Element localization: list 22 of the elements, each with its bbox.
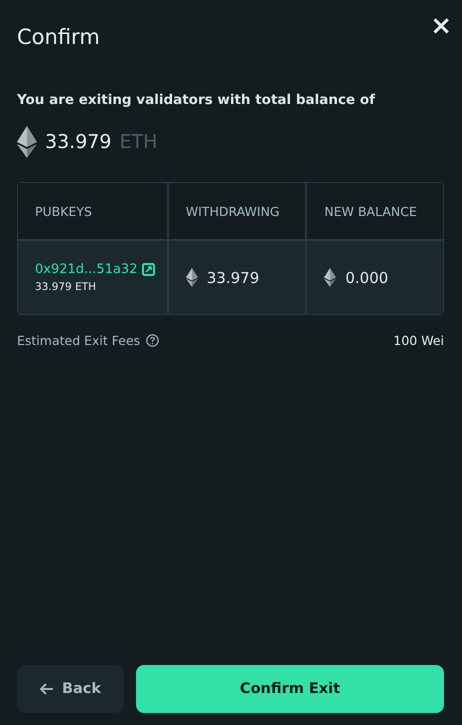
pubkey-link[interactable]: 0x921d...51a32 (35, 262, 138, 277)
back-button[interactable]: Back (17, 665, 124, 713)
column-header: PUBKEYS (35, 204, 92, 218)
dialog-title: Confirm (17, 25, 101, 49)
new-balance-amount: 0.000 (345, 268, 388, 286)
ethereum-icon (17, 126, 37, 158)
pubkey-balance: 33.979 ETH (35, 281, 98, 293)
column-header: WITHDRAWING (186, 204, 280, 218)
ethereum-icon (186, 268, 198, 287)
withdrawing-amount: 33.979 (206, 268, 260, 286)
total-balance: 33.979 (45, 131, 112, 153)
help-icon[interactable] (146, 334, 160, 347)
external-link-icon[interactable] (142, 263, 156, 276)
confirm-exit-button[interactable]: Confirm Exit (136, 665, 444, 713)
summary-text: You are exiting validators with total balance of (17, 92, 376, 108)
arrow-left-icon (40, 683, 54, 695)
fees-value: 100 Wei (393, 333, 444, 348)
fees-label: Estimated Exit Fees (17, 333, 140, 348)
currency-unit: ETH (119, 131, 158, 153)
ethereum-icon (324, 268, 336, 287)
column-header: NEW BALANCE (324, 204, 417, 218)
close-button[interactable]: × (428, 2, 454, 50)
